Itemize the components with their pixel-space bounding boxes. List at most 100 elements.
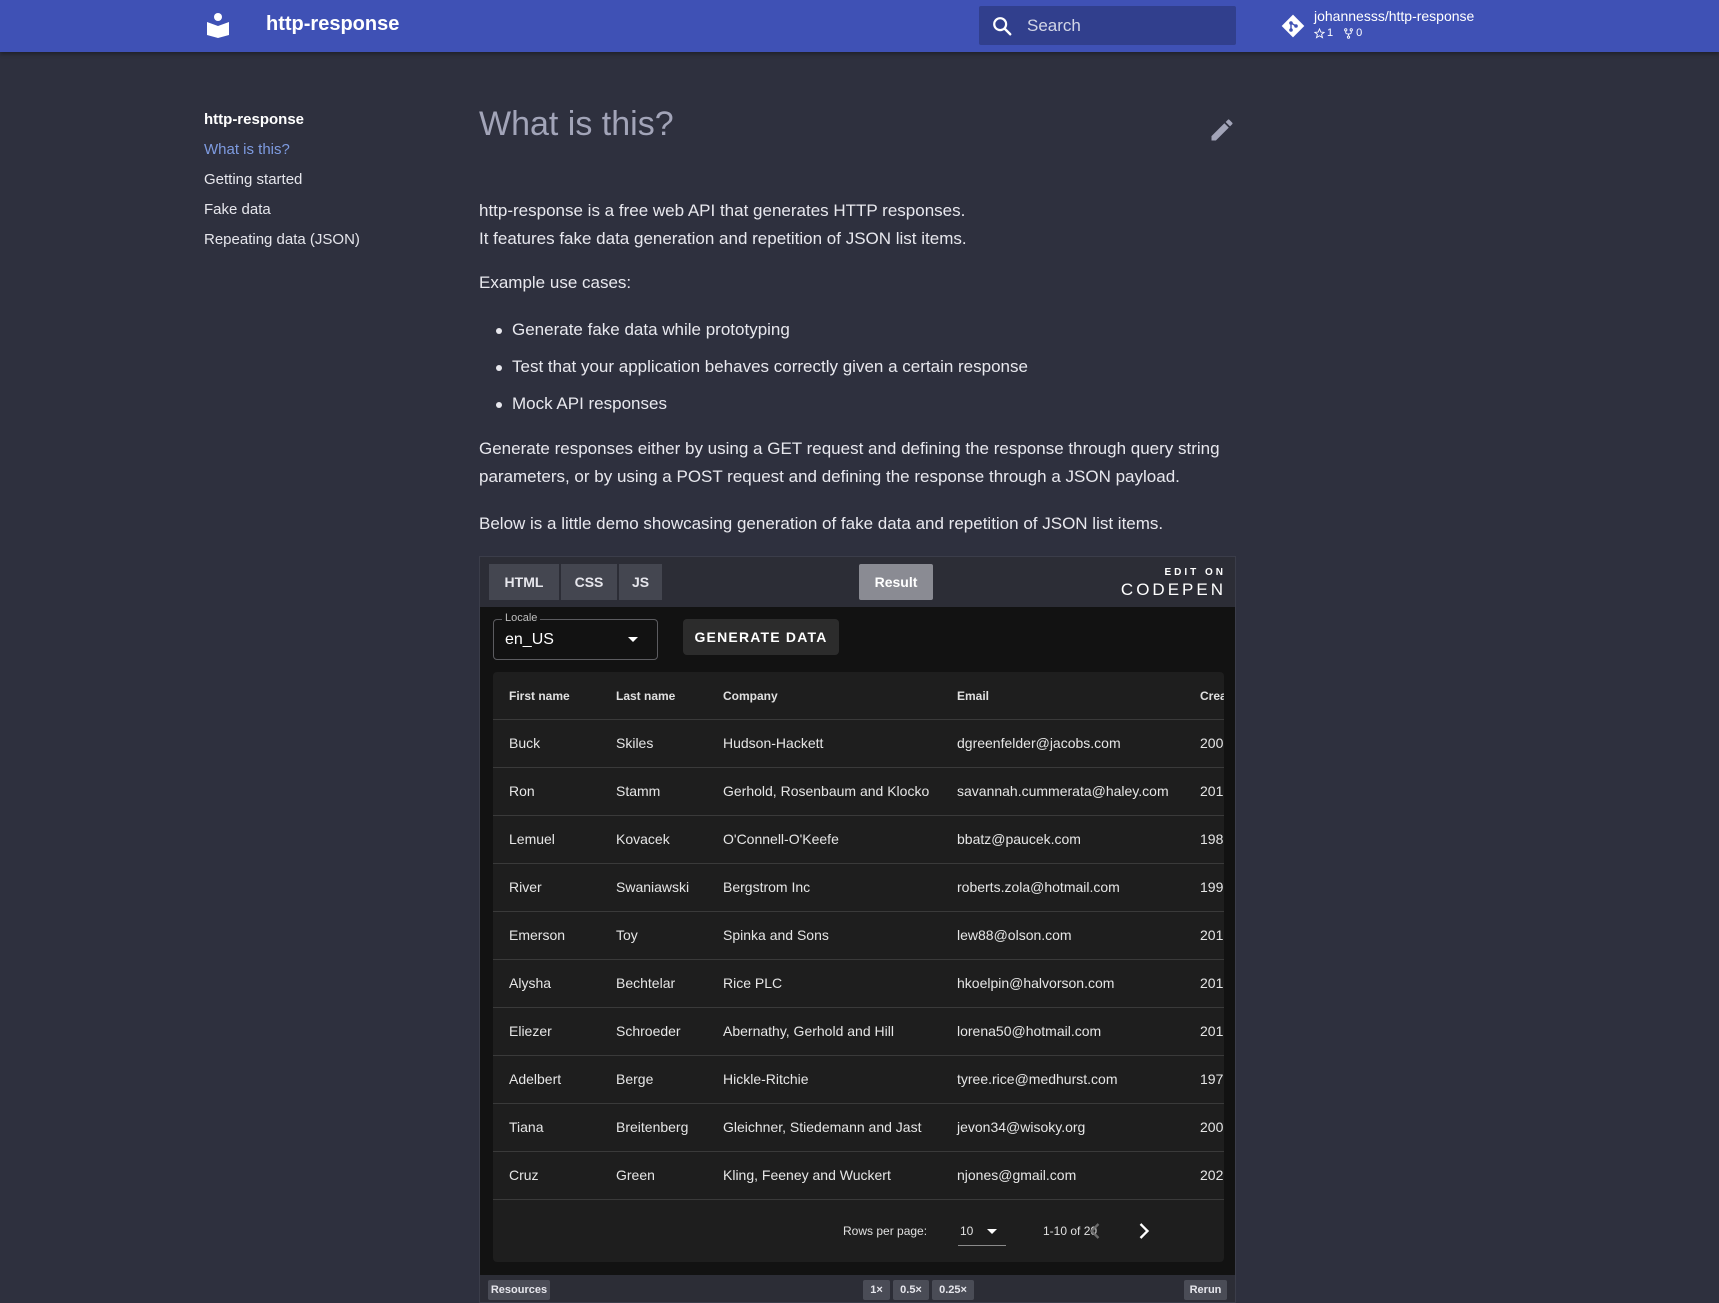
cell-last-name: Toy <box>616 927 638 943</box>
search-icon <box>993 17 1012 36</box>
zoom-half-button[interactable]: 0.5× <box>893 1280 929 1300</box>
codepen-toolbar: HTML CSS JS Result EDIT ON CODEPEN <box>480 557 1235 607</box>
cell-email: savannah.cummerata@haley.com <box>957 783 1169 799</box>
cell-company: Rice PLC <box>723 975 783 991</box>
cell-last-name: Stamm <box>616 783 661 799</box>
previous-page-icon[interactable] <box>1081 1217 1109 1245</box>
zoom-1x-button[interactable]: 1× <box>863 1280 890 1300</box>
cell-last-name: Berge <box>616 1071 654 1087</box>
tab-js[interactable]: JS <box>619 564 662 600</box>
cell-created: 199 <box>1200 879 1224 895</box>
intro-line-2: It features fake data generation and rep… <box>479 229 967 248</box>
search-input[interactable] <box>1027 6 1227 45</box>
sidebar-item-repeating-data[interactable]: Repeating data (JSON) <box>204 230 444 260</box>
cell-first-name: Emerson <box>509 927 566 943</box>
cell-last-name: Schroeder <box>616 1023 681 1039</box>
repository-name: johannesss/http-response <box>1314 8 1475 24</box>
column-header-first-name[interactable]: First name <box>509 689 570 703</box>
table-row: Tiana Breitenberg Gleichner, Stiedemann … <box>493 1104 1224 1152</box>
cell-company: O'Connell-O'Keefe <box>723 831 839 847</box>
table-header: First name Last name Company Email Crea <box>493 672 1224 720</box>
cell-company: Bergstrom Inc <box>723 879 811 895</box>
cell-created: 200 <box>1200 1119 1224 1135</box>
star-icon <box>1314 27 1325 39</box>
cell-created: 198 <box>1200 831 1224 847</box>
cell-last-name: Breitenberg <box>616 1119 689 1135</box>
forks-value: 0 <box>1356 27 1363 39</box>
column-header-last-name[interactable]: Last name <box>616 689 675 703</box>
table-row: Alysha Bechtelar Rice PLC hkoelpin@halvo… <box>493 960 1224 1008</box>
top-app-bar: http-response johannesss/http-response 1… <box>0 0 1719 52</box>
caret-down-icon <box>987 1229 997 1234</box>
rows-per-page-select[interactable]: 10 <box>958 1216 1006 1246</box>
edit-pencil-icon[interactable] <box>1208 116 1236 144</box>
cell-email: lorena50@hotmail.com <box>957 1023 1102 1039</box>
tab-result[interactable]: Result <box>859 564 933 600</box>
column-header-company[interactable]: Company <box>723 689 778 703</box>
cell-created: 201 <box>1200 975 1224 991</box>
generate-paragraph: Generate responses either by using a GET… <box>479 439 1220 486</box>
git-icon <box>1281 14 1305 38</box>
cell-email: lew88@olson.com <box>957 927 1072 943</box>
codepen-footer: Resources 1× 0.5× 0.25× Rerun <box>480 1275 1235 1302</box>
demo-paragraph: Below is a little demo showcasing genera… <box>479 514 1164 533</box>
cell-first-name: Lemuel <box>509 831 555 847</box>
list-item: Generate fake data while prototyping <box>479 315 1236 352</box>
intro-paragraph: http-response is a free web API that gen… <box>479 197 1236 253</box>
book-logo-icon[interactable] <box>206 12 230 38</box>
table-row: Ron Stamm Gerhold, Rosenbaum and Klocko … <box>493 768 1224 816</box>
cell-first-name: Eliezer <box>509 1023 552 1039</box>
cell-email: njones@gmail.com <box>957 1167 1077 1183</box>
cell-email: tyree.rice@medhurst.com <box>957 1071 1118 1087</box>
cell-last-name: Swaniawski <box>616 879 690 895</box>
cell-created: 201 <box>1200 927 1224 943</box>
codepen-logo: CODEPEN <box>1120 580 1226 599</box>
cell-email: roberts.zola@hotmail.com <box>957 879 1120 895</box>
cell-company: Gerhold, Rosenbaum and Klocko <box>723 783 930 799</box>
locale-label: Locale <box>502 612 541 624</box>
list-item: Mock API responses <box>479 389 1236 426</box>
search-box[interactable] <box>979 6 1236 45</box>
locale-select[interactable]: Locale en_US <box>493 612 658 660</box>
table-row: River Swaniawski Bergstrom Inc roberts.z… <box>493 864 1224 912</box>
rows-per-page-value: 10 <box>960 1224 974 1238</box>
cell-created: 201 <box>1200 783 1224 799</box>
repository-link[interactable]: johannesss/http-response 1 0 <box>1280 7 1500 45</box>
data-table: First name Last name Company Email Crea … <box>493 672 1224 1262</box>
cell-first-name: Ron <box>509 783 535 799</box>
sidebar-title[interactable]: http-response <box>204 110 444 140</box>
sidebar-item-what-is-this[interactable]: What is this? <box>204 140 444 170</box>
cell-email: bbatz@paucek.com <box>957 831 1081 847</box>
cell-first-name: Adelbert <box>509 1071 562 1087</box>
stars-value: 1 <box>1327 27 1334 39</box>
rows-per-page-label: Rows per page: <box>843 1224 928 1238</box>
cell-last-name: Skiles <box>616 735 654 751</box>
codepen-embed: HTML CSS JS Result EDIT ON CODEPEN Local… <box>479 556 1236 1303</box>
cell-last-name: Green <box>616 1167 655 1183</box>
cell-created: 197 <box>1200 1071 1224 1087</box>
tab-css[interactable]: CSS <box>561 564 617 600</box>
sidebar-item-getting-started[interactable]: Getting started <box>204 170 444 200</box>
cell-created: 201 <box>1200 1023 1224 1039</box>
edit-on-codepen-link[interactable]: EDIT ON CODEPEN <box>1121 565 1226 599</box>
forks-count: 0 <box>1343 27 1362 39</box>
cell-first-name: Cruz <box>509 1167 539 1183</box>
site-title[interactable]: http-response <box>266 13 399 36</box>
cell-created: 202 <box>1200 1167 1224 1183</box>
resources-button[interactable]: Resources <box>488 1280 550 1300</box>
column-header-created[interactable]: Crea <box>1200 689 1224 703</box>
tab-html[interactable]: HTML <box>489 564 559 600</box>
cell-company: Spinka and Sons <box>723 927 829 943</box>
generate-data-button[interactable]: GENERATE DATA <box>683 619 839 655</box>
next-page-icon[interactable] <box>1130 1217 1158 1245</box>
locale-value: en_US <box>505 631 554 648</box>
cell-company: Gleichner, Stiedemann and Jast <box>723 1119 922 1135</box>
sidebar-item-fake-data[interactable]: Fake data <box>204 200 444 230</box>
zoom-quarter-button[interactable]: 0.25× <box>932 1280 974 1300</box>
rerun-button[interactable]: Rerun <box>1184 1280 1227 1300</box>
cell-company: Hudson-Hackett <box>723 735 824 751</box>
cell-last-name: Bechtelar <box>616 975 676 991</box>
column-header-email[interactable]: Email <box>957 689 989 703</box>
table-row: Buck Skiles Hudson-Hackett dgreenfelder@… <box>493 720 1224 768</box>
cell-last-name: Kovacek <box>616 831 670 847</box>
